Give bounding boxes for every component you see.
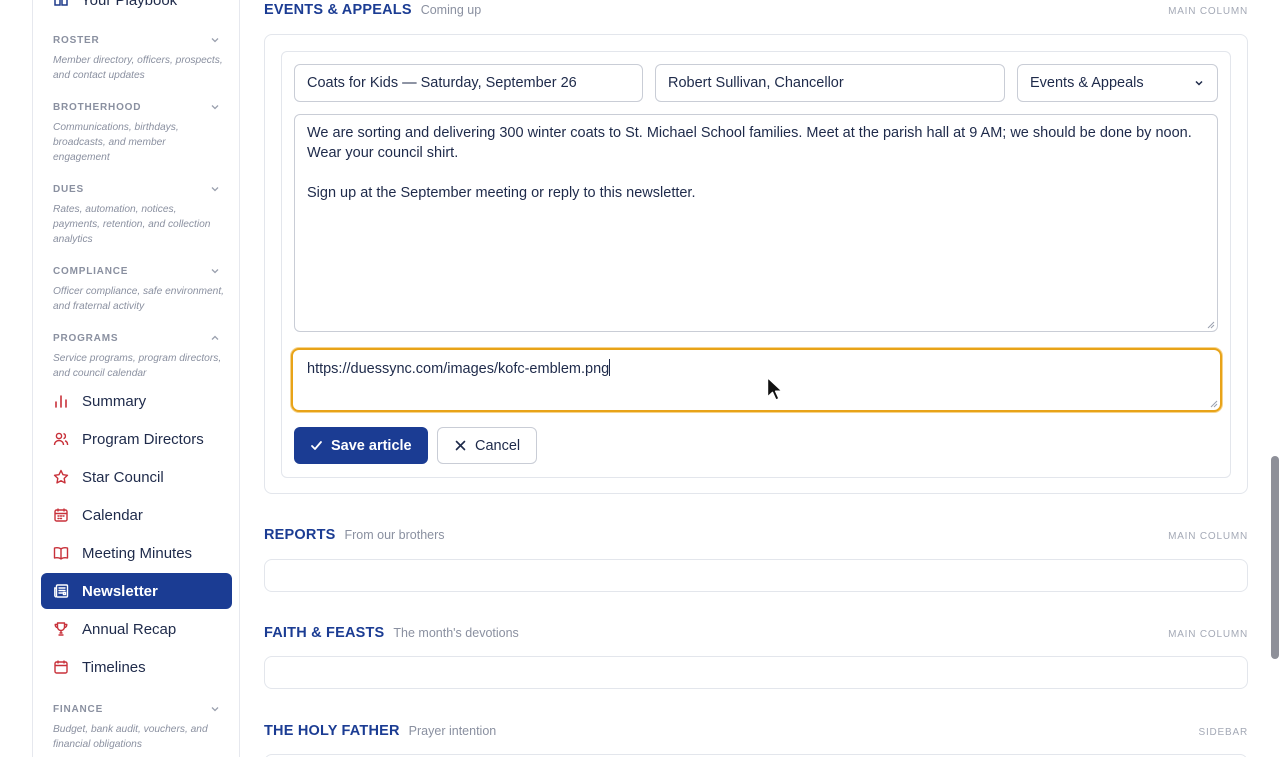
resize-grip-icon[interactable] (1206, 320, 1215, 329)
close-icon (455, 440, 466, 451)
section-title: FINANCE (53, 703, 104, 715)
column-tag: SIDEBAR (1198, 727, 1248, 738)
column-tag: MAIN COLUMN (1168, 531, 1248, 542)
sidebar-item-label: Timelines (82, 658, 146, 676)
section-toggle-compliance[interactable]: COMPLIANCE (33, 264, 240, 278)
mouse-pointer-icon (766, 376, 783, 401)
sidebar-item-label: Star Council (82, 468, 164, 486)
resize-grip-icon[interactable] (1209, 399, 1218, 408)
author-input[interactable]: Robert Sullivan, Chancellor (655, 64, 1005, 102)
section-description: Budget, bank audit, vouchers, and financ… (53, 724, 208, 750)
sidebar-item-label: Meeting Minutes (82, 544, 193, 562)
sidebar-item-star-council[interactable]: Star Council (41, 459, 232, 495)
sidebar-item-summary[interactable]: Summary (41, 383, 232, 419)
section-subtitle: Coming up (420, 3, 482, 17)
body-paragraph: We are sorting and delivering 300 winter… (307, 125, 1192, 161)
section-header-holy-father: THE HOLY FATHER Prayer intention SIDEBAR (264, 723, 1248, 743)
column-tag: MAIN COLUMN (1168, 629, 1248, 640)
section-description: Member directory, officers, prospects, a… (53, 55, 223, 81)
section-title: DUES (53, 183, 84, 195)
chevron-down-icon (211, 707, 219, 712)
main-content: EVENTS & APPEALS Coming up MAIN COLUMN C… (240, 0, 1270, 757)
star-icon (53, 469, 69, 484)
sidebar-item-meeting-minutes[interactable]: Meeting Minutes (41, 535, 232, 571)
section-toggle-roster[interactable]: ROSTER (33, 33, 240, 47)
cancel-label: Cancel (475, 437, 521, 454)
chevron-down-icon (1195, 80, 1203, 86)
check-icon (311, 441, 322, 450)
image-url-value: https://duessync.com/images/kofc-emblem.… (307, 361, 610, 377)
bar-chart-icon (55, 395, 67, 408)
body-paragraph: Sign up at the September meeting or repl… (307, 185, 696, 201)
section-subtitle: From our brothers (344, 528, 445, 542)
section-title: THE HOLY FATHER (264, 723, 400, 739)
section-description: Communications, birthdays, broadcasts, a… (53, 122, 179, 163)
sidebar-item-label: Annual Recap (82, 620, 177, 638)
chevron-up-icon (211, 335, 219, 340)
sidebar-item-label: Calendar (82, 506, 143, 524)
headline-input[interactable]: Coats for Kids — Saturday, September 26 (294, 64, 643, 102)
section-subtitle: The month's devotions (393, 626, 519, 640)
users-icon (53, 432, 69, 446)
sidebar-item-label: Your Playbook (81, 0, 178, 9)
headline-input-value: Coats for Kids — Saturday, September 26 (307, 75, 577, 91)
section-description: Officer compliance, safe environment, an… (53, 286, 224, 312)
image-url-input[interactable]: https://duessync.com/images/kofc-emblem.… (291, 348, 1222, 412)
open-book-icon (53, 547, 69, 560)
column-tag: MAIN COLUMN (1168, 6, 1248, 17)
section-title: EVENTS & APPEALS (264, 2, 412, 18)
sidebar-item-your-playbook[interactable]: Your Playbook (33, 0, 240, 10)
section-title: ROSTER (53, 34, 100, 46)
section-title: BROTHERHOOD (53, 101, 142, 113)
faith-section-card (264, 656, 1248, 689)
reports-section-card (264, 559, 1248, 592)
chevron-down-icon (211, 105, 219, 110)
save-article-button[interactable]: Save article (294, 427, 428, 464)
calendar-icon (54, 508, 68, 522)
section-toggle-brotherhood[interactable]: BROTHERHOOD (33, 100, 240, 114)
sidebar-item-newsletter[interactable]: Newsletter (41, 573, 232, 609)
sidebar-item-annual-recap[interactable]: Annual Recap (41, 611, 232, 647)
events-section-card: Coats for Kids — Saturday, September 26 … (264, 34, 1248, 494)
chevron-down-icon (211, 269, 219, 274)
chevron-down-icon (211, 187, 219, 192)
section-subtitle: Prayer intention (408, 724, 497, 738)
section-title: REPORTS (264, 527, 336, 543)
sidebar-item-timelines[interactable]: Timelines (41, 649, 232, 685)
section-select[interactable]: Events & Appeals (1017, 64, 1218, 102)
article-body-textarea[interactable]: We are sorting and delivering 300 winter… (294, 114, 1218, 332)
sidebar: Your Playbook ROSTER Member directory, o… (32, 0, 240, 757)
section-toggle-dues[interactable]: DUES (33, 182, 240, 196)
book-icon (54, 0, 68, 6)
sidebar-item-calendar[interactable]: Calendar (41, 497, 232, 533)
section-toggle-programs[interactable]: PROGRAMS (33, 331, 240, 345)
section-title: COMPLIANCE (53, 265, 129, 277)
chevron-down-icon (211, 38, 219, 43)
section-toggle-finance[interactable]: FINANCE (33, 702, 240, 716)
newspaper-icon (54, 584, 69, 598)
section-description: Rates, automation, notices, payments, re… (53, 204, 211, 245)
cancel-button[interactable]: Cancel (437, 427, 538, 464)
section-title: PROGRAMS (53, 332, 119, 344)
section-header-faith: FAITH & FEASTS The month's devotions MAI… (264, 625, 1248, 645)
author-input-value: Robert Sullivan, Chancellor (668, 75, 844, 91)
section-header-reports: REPORTS From our brothers MAIN COLUMN (264, 527, 1248, 547)
section-header-events: EVENTS & APPEALS Coming up MAIN COLUMN (264, 2, 1248, 22)
sidebar-item-label: Program Directors (82, 430, 204, 448)
section-title: FAITH & FEASTS (264, 625, 385, 641)
sidebar-item-label: Newsletter (82, 582, 158, 600)
calendar-icon (54, 660, 68, 674)
section-description: Service programs, program directors, and… (53, 353, 222, 379)
article-editor-form: Coats for Kids — Saturday, September 26 … (281, 51, 1231, 478)
sidebar-item-label: Summary (82, 392, 147, 410)
sidebar-item-program-directors[interactable]: Program Directors (41, 421, 232, 457)
section-select-value: Events & Appeals (1030, 75, 1144, 91)
scrollbar-thumb[interactable] (1271, 456, 1279, 659)
save-article-label: Save article (331, 437, 412, 454)
text-caret (609, 359, 611, 376)
trophy-icon (54, 622, 68, 636)
